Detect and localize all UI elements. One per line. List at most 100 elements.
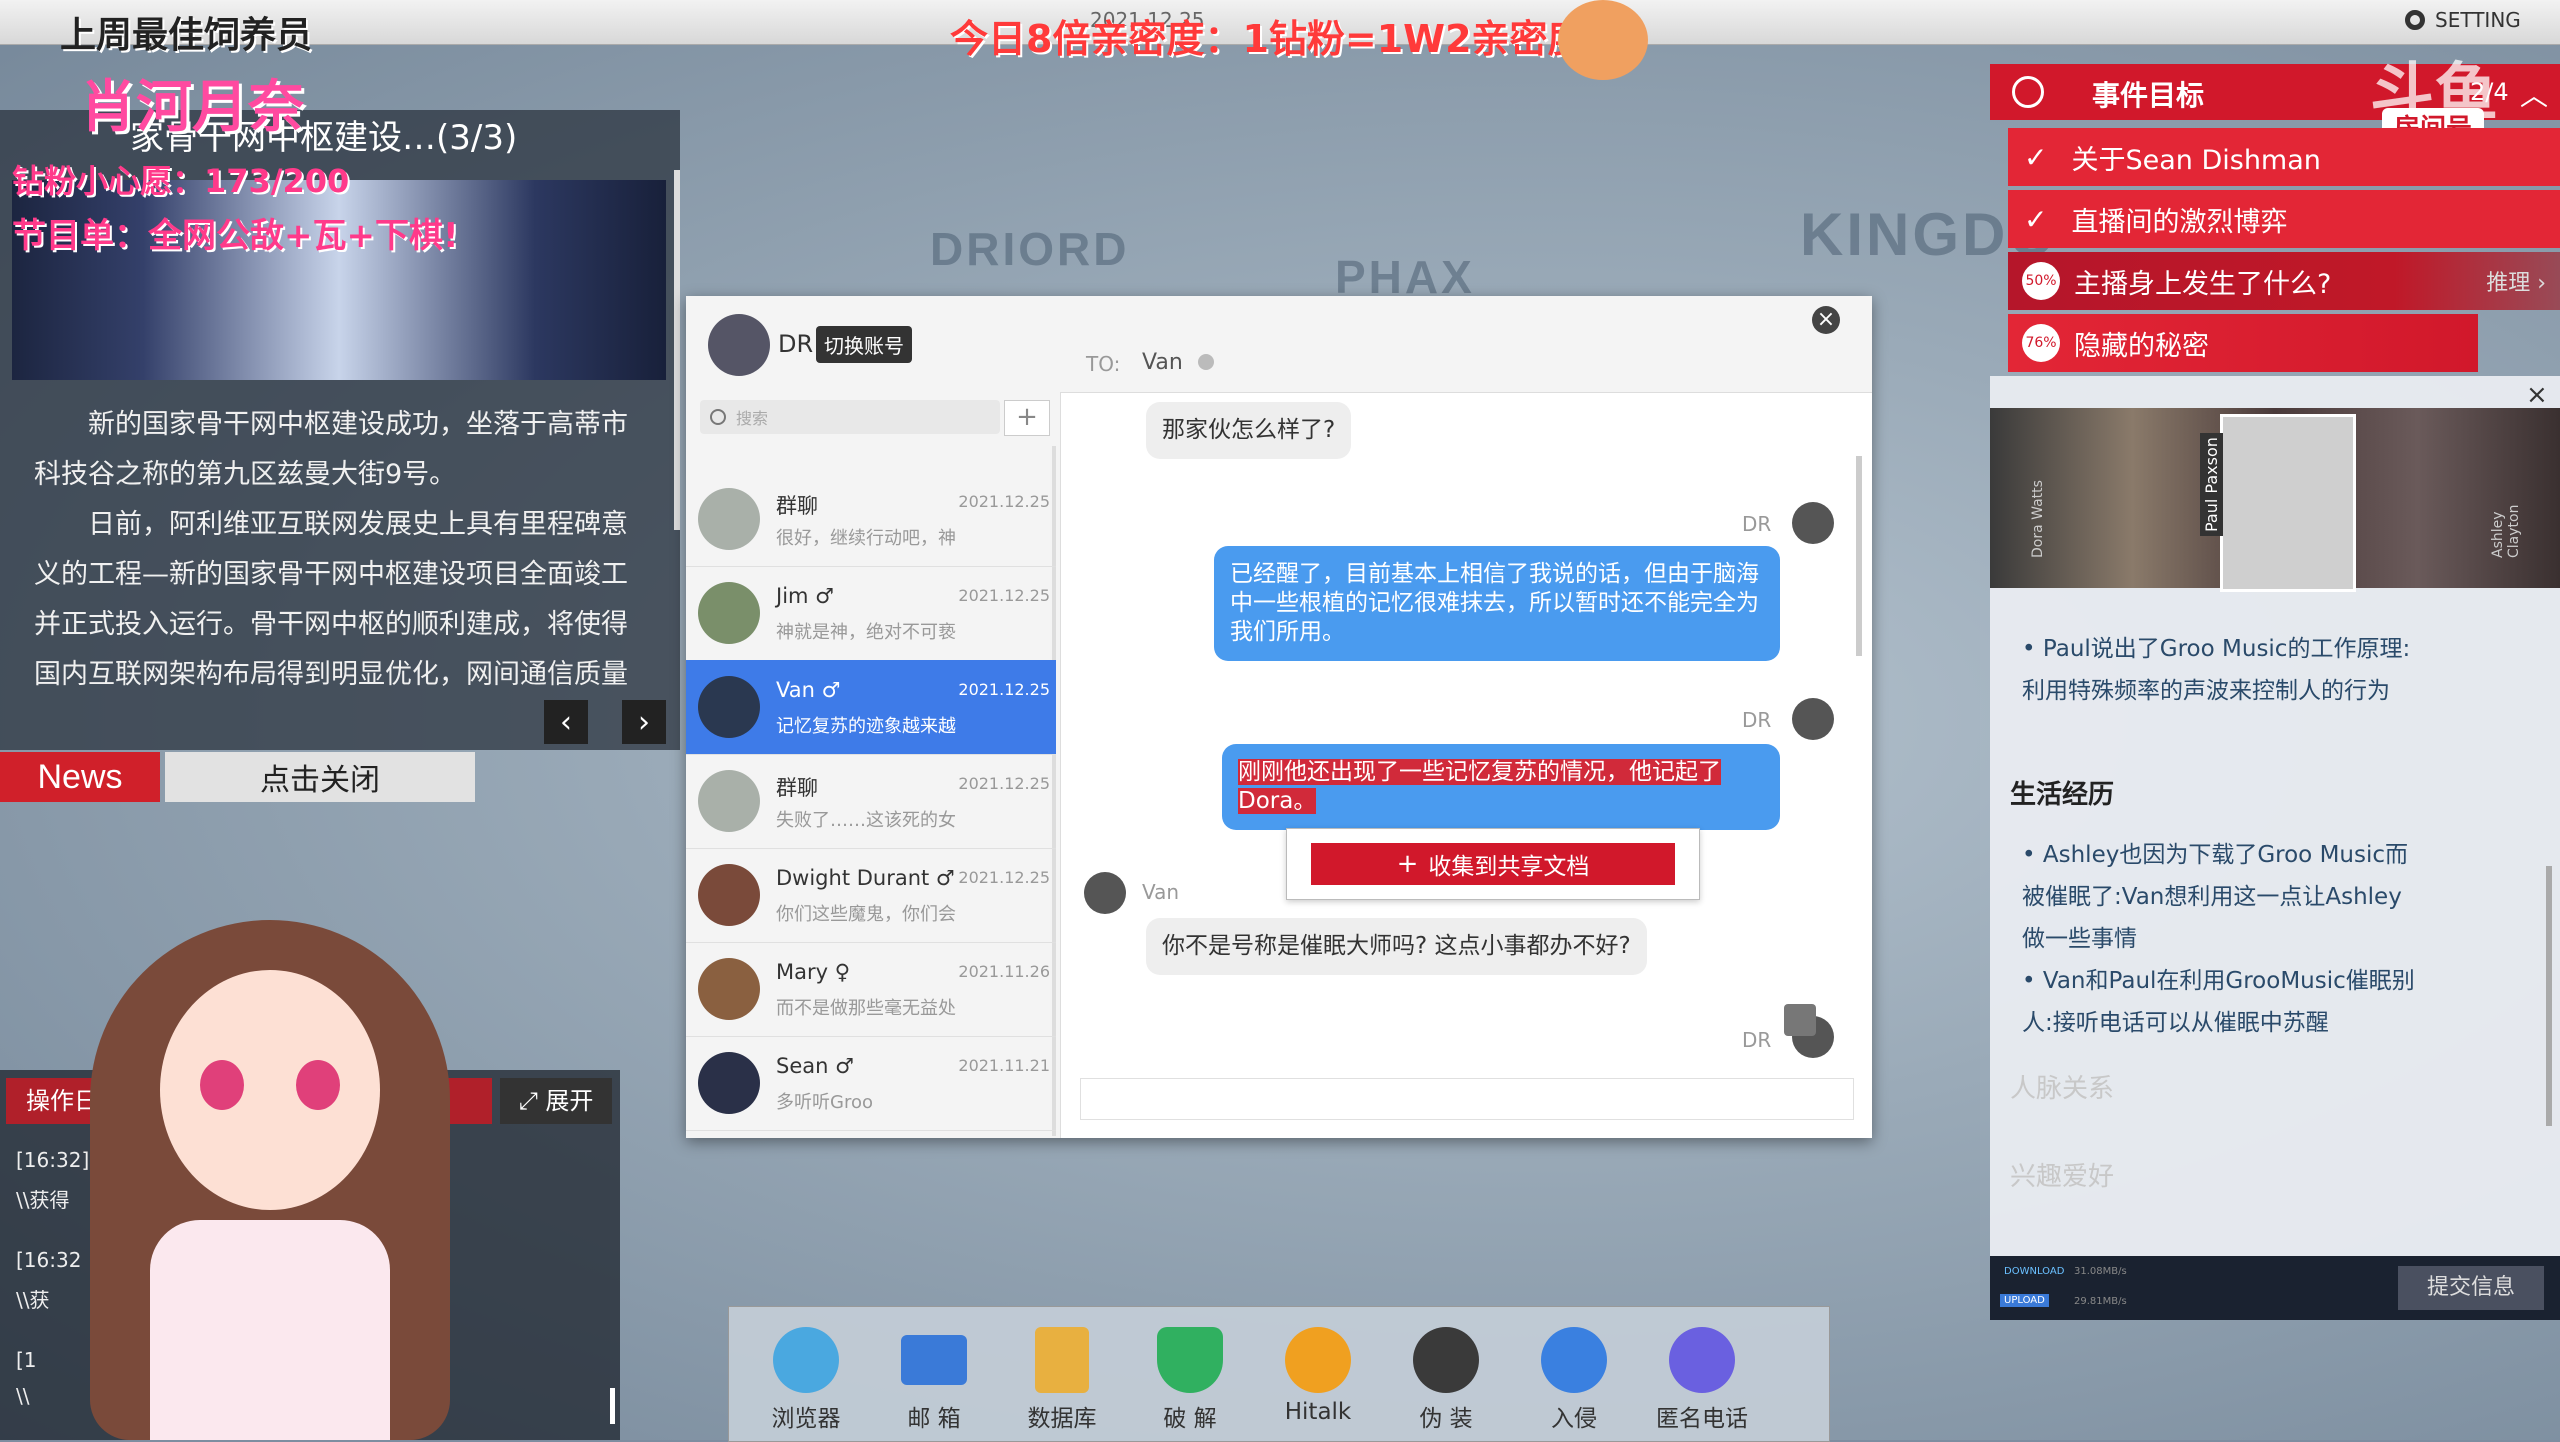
clue-text: Paul说出了Groo Music的工作原理:利用特殊频率的声波来控制人的行为 [2022,636,2411,704]
top-left-title: 上周最佳饲养员 [60,15,313,56]
collect-label: 收集到共享文档 [1428,854,1590,880]
context-menu: + 收集到共享文档 [1286,828,1700,900]
conversation-item[interactable]: Jim ♂ 2021.12.25 神就是神，绝对不可亵 [686,566,1056,661]
submit-button[interactable]: 提交信息 [2398,1266,2544,1310]
contact-avatar [698,676,760,738]
phone-icon [1669,1327,1735,1393]
mail-app[interactable]: 邮 箱 [879,1327,989,1437]
news-close-button[interactable]: 点击关闭 [165,752,475,802]
log-expand-button[interactable]: ⤢ 展开 [500,1078,612,1124]
spy-icon [1413,1327,1479,1393]
hitalk-app[interactable]: Hitalk [1263,1327,1373,1437]
stream-wish: 钻粉小心愿：173/200 [12,162,350,200]
crack-app[interactable]: 破 解 [1135,1327,1245,1437]
conversation-item[interactable]: Sean ♂ 2021.11.21 多听听Groo [686,1036,1056,1131]
portrait-name: Ashley Clayton [2490,504,2522,558]
chat-window: DR 切换账号 搜索 + 群聊 2021.12.25 很好，继续行动吧，神 Ji… [686,296,1872,1138]
disguise-app[interactable]: 伪 装 [1391,1327,1501,1437]
conversation-preview: 记忆复苏的迹象越来越 [776,716,956,737]
switch-account-button[interactable]: 切换账号 [816,326,912,363]
app-label: 匿名电话 [1656,1406,1748,1432]
log-scrollbar[interactable] [610,1388,615,1424]
section-heading-locked: 兴趣爱好 [2010,1162,2115,1192]
check-icon: ✓ [2024,140,2048,174]
conversation-date: 2021.12.25 [958,586,1050,605]
conversation-item-active[interactable]: Van ♂ 2021.12.25 记忆复苏的迹象越来越 [686,660,1056,755]
event-item-progress[interactable]: 76% 隐藏的秘密 [2008,314,2478,372]
conversation-item[interactable]: Mary ♀ 2021.11.26 而不是做那些毫无益处 [686,942,1056,1037]
portrait-name: Dora Watts [2030,480,2046,558]
close-icon[interactable]: × [1812,306,1840,334]
stream-program: 节目单：全网公敌+瓦+下棋! [12,216,459,256]
conversation-item[interactable]: 群聊 2021.12.25 失败了……这该死的女 [686,754,1056,849]
app-label: 浏览器 [771,1406,841,1432]
taskbar: 浏览器 邮 箱 数据库 破 解 Hitalk 伪 装 入侵 匿名电话 [728,1306,1830,1442]
account-name: DR [778,330,814,358]
search-input[interactable]: 搜索 [700,400,1000,434]
log-line: [1 [16,1348,37,1372]
app-label: 破 解 [1163,1406,1217,1432]
browser-app[interactable]: 浏览器 [751,1327,861,1437]
conversation-date: 2021.12.25 [958,774,1050,793]
clue-item: • Paul说出了Groo Music的工作原理:利用特殊频率的声波来控制人的行… [2022,636,2411,704]
news-body: 新的国家骨干网中枢建设成功，坐落于高蒂市科技谷之称的第九区兹曼大街9号。 日前，… [34,400,654,700]
conversation-item[interactable]: 群聊 2021.12.25 很好，继续行动吧，神 [686,472,1056,567]
event-item-done[interactable]: ✓ 关于Sean Dishman [2008,128,2560,186]
contact-name: Van ♂ [776,678,841,702]
chat-header: TO: Van × [1060,296,1872,393]
check-icon: ✓ [2024,202,2048,236]
conversation-date: 2021.12.25 [958,492,1050,511]
chevron-up-icon[interactable]: ︿ [2520,74,2548,114]
news-prev-button[interactable]: ‹ [544,700,588,744]
plus-icon: + [1396,849,1419,879]
app-label: 伪 装 [1419,1406,1473,1432]
portrait-selected[interactable] [2220,414,2356,592]
event-label: 主播身上发生了什么? [2074,268,2332,300]
log-expand-label: 展开 [545,1087,594,1115]
scroll-top-icon[interactable] [1784,1004,1816,1036]
contact-name: Sean ♂ [776,1054,854,1078]
vtuber-dress [150,1220,390,1440]
download-rate: 31.08MB/s [2074,1266,2127,1277]
clue-text: Van和Paul在利用GrooMusic催眠别人:接听电话可以从催眠中苏醒 [2022,968,2415,1036]
contact-name: Jim ♂ [776,584,834,608]
add-contact-button[interactable]: + [1004,400,1050,436]
message-input[interactable] [1080,1078,1854,1120]
deduce-button[interactable]: 推理 › [2486,265,2546,297]
setting-button[interactable]: SETTING [2405,8,2521,32]
upload-rate: 29.81MB/s [2074,1296,2127,1307]
close-icon[interactable]: × [2526,380,2548,410]
shield-key-icon [1157,1327,1223,1393]
chat-scrollbar[interactable] [1856,456,1862,656]
app-label: 邮 箱 [907,1406,961,1432]
database-app[interactable]: 数据库 [1007,1327,1117,1437]
portrait-name: Paul Paxson [2200,433,2223,536]
contact-name: Mary ♀ [776,960,851,984]
sender-label: Van [1142,880,1180,904]
event-title: 事件目标 [2092,79,2205,112]
collect-to-shared-doc-button[interactable]: + 收集到共享文档 [1311,843,1675,885]
setting-label: SETTING [2435,8,2521,32]
vtuber-eye [200,1060,244,1110]
search-icon [710,409,726,425]
hook-icon [1541,1327,1607,1393]
anonymous-call-app[interactable]: 匿名电话 [1647,1327,1757,1437]
event-label: 直播间的激烈博弈 [2071,206,2288,238]
message-sent: 已经醒了，目前基本上相信了我说的话，但由于脑海中一些根植的记忆很难抹去，所以暂时… [1214,546,1780,661]
conversation-item[interactable]: Dwight Durant ♂ 2021.12.25 你们这些魔鬼，你们会 [686,848,1056,943]
mascot-icon [1558,0,1648,80]
intrude-app[interactable]: 入侵 [1519,1327,1629,1437]
envelope-icon [901,1335,967,1385]
message-sent-selected[interactable]: 刚刚他还出现了一些记忆复苏的情况，他记起了Dora。 [1222,744,1780,830]
news-next-button[interactable]: › [622,700,666,744]
news-scrollbar[interactable] [674,170,680,530]
sql-file-icon [1035,1327,1089,1393]
news-tab[interactable]: News [0,752,160,802]
event-item-done[interactable]: ✓ 直播间的激烈博弈 [2008,190,2560,248]
conversation-preview: 而不是做那些毫无益处 [776,998,956,1019]
contact-avatar [698,864,760,926]
clue-scrollbar[interactable] [2546,866,2552,1126]
event-item-progress[interactable]: 50% 主播身上发生了什么? 推理 › [2008,252,2560,310]
info-icon [2012,76,2044,108]
map-label: DRIORD [930,223,1130,275]
